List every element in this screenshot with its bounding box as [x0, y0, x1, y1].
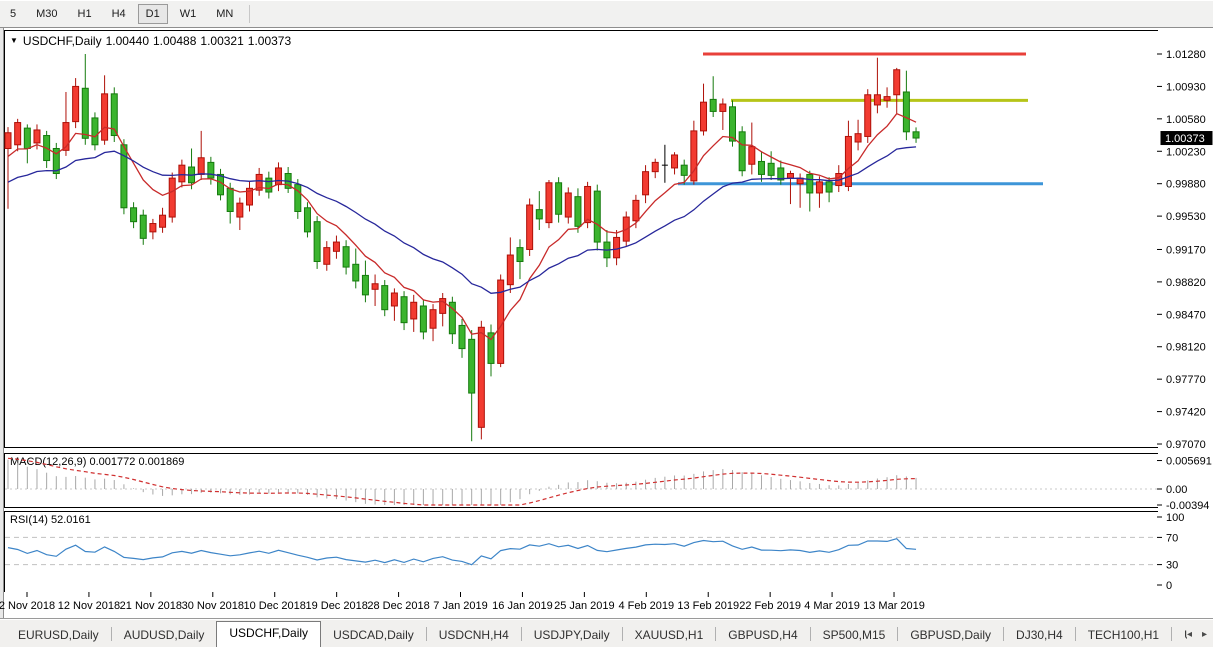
rsi-indicator-pane[interactable] [4, 511, 1159, 593]
chart-tab-usdjpy-daily[interactable]: USDJPY,Daily [522, 624, 622, 647]
chart-tab-usdcnh-h4[interactable]: USDCNH,H4 [427, 624, 521, 647]
ohlc-open: 1.00440 [105, 34, 149, 48]
date-axis[interactable] [4, 592, 1158, 616]
chart-tab-eurusd-daily[interactable]: EURUSD,Daily [6, 624, 111, 647]
chart-tab-dj30-h4[interactable]: DJ30,H4 [1004, 624, 1075, 647]
timeframe-button-W1[interactable]: W1 [172, 4, 205, 24]
chart-symbol-label: USDCHF,Daily [22, 34, 102, 48]
chart-tab-usdcad-daily[interactable]: USDCAD,Daily [321, 624, 426, 647]
ohlc-high: 1.00488 [153, 34, 197, 48]
chart-title: ▼ USDCHF,Daily 1.00440 1.00488 1.00321 1.0037… [10, 34, 291, 48]
chart-tab-audusd-daily[interactable]: AUDUSD,Daily [112, 624, 217, 647]
timeframe-button-MN[interactable]: MN [208, 4, 241, 24]
chart-tabs: EURUSD,Daily AUDUSD,Daily USDCHF,Daily USDC… [6, 621, 1187, 647]
chart-tab-ukc[interactable]: UKC [1172, 624, 1187, 647]
price-axis[interactable] [1158, 28, 1213, 618]
scroll-tabs-left-icon[interactable]: ◂ [1187, 629, 1192, 640]
toolbar-separator [249, 4, 251, 23]
chart-tab-tech100-h1[interactable]: TECH100,H1 [1076, 624, 1171, 647]
timeframe-button-5[interactable]: 5 [2, 4, 24, 24]
chart-tab-xauusd-h1[interactable]: XAUUSD,H1 [623, 624, 716, 647]
rsi-name: RSI(14) [10, 514, 48, 526]
collapse-triangle-icon[interactable]: ▼ [10, 36, 18, 45]
macd-signal-value: 0.001869 [138, 456, 185, 468]
timeframe-button-H4[interactable]: H4 [104, 4, 134, 24]
timeframe-button-H1[interactable]: H1 [70, 4, 100, 24]
main-chart-pane[interactable] [4, 30, 1159, 448]
timeframe-toolbar: 5 M30 H1 H4 D1 W1 MN [0, 0, 1213, 28]
chart-tab-usdchf-daily[interactable]: USDCHF,Daily [216, 621, 322, 647]
rsi-value: 52.0161 [50, 514, 91, 526]
trading-platform-window: 5 M30 H1 H4 D1 W1 MN ▼ USDCHF,Daily 1.00440 1.004… [0, 0, 1213, 647]
ohlc-close: 1.00373 [247, 34, 292, 48]
macd-name: MACD(12,26,9) [10, 456, 87, 468]
ohlc-low: 1.00321 [200, 34, 244, 48]
chart-tab-gbpusd-h4[interactable]: GBPUSD,H4 [716, 624, 809, 647]
rsi-label: RSI(14) 52.0161 [10, 514, 91, 526]
timeframe-button-M30[interactable]: M30 [28, 4, 65, 24]
macd-label: MACD(12,26,9) 0.001772 0.001869 [10, 456, 184, 468]
macd-main-value: 0.001772 [89, 456, 136, 468]
chart-tab-sp500-m15[interactable]: SP500,M15 [811, 624, 898, 647]
chart-tab-bar: EURUSD,Daily AUDUSD,Daily USDCHF,Daily USDC… [0, 618, 1213, 647]
chart-tab-gbpusd-daily[interactable]: GBPUSD,Daily [898, 624, 1003, 647]
timeframe-button-D1[interactable]: D1 [137, 3, 168, 24]
scroll-tabs-right-icon[interactable]: ▸ [1202, 629, 1207, 640]
tab-scroll-arrows: ◂ ▸ [1187, 621, 1207, 647]
